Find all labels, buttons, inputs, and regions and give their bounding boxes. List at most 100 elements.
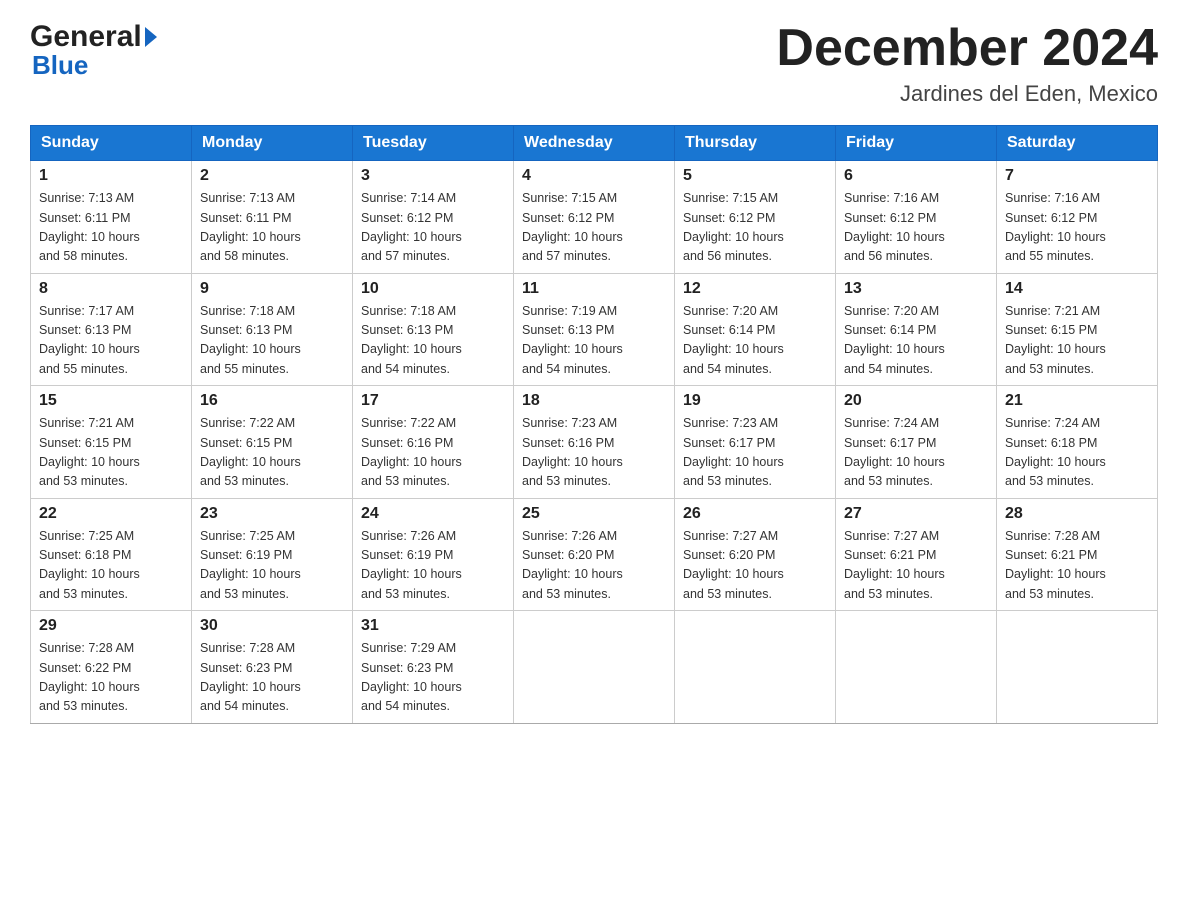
day-info: Sunrise: 7:20 AMSunset: 6:14 PMDaylight:… <box>844 304 945 376</box>
day-info: Sunrise: 7:27 AMSunset: 6:20 PMDaylight:… <box>683 529 784 601</box>
calendar-cell <box>836 611 997 724</box>
weekday-header-tuesday: Tuesday <box>353 126 514 161</box>
calendar-cell: 9 Sunrise: 7:18 AMSunset: 6:13 PMDayligh… <box>192 273 353 386</box>
calendar-cell: 8 Sunrise: 7:17 AMSunset: 6:13 PMDayligh… <box>31 273 192 386</box>
day-info: Sunrise: 7:29 AMSunset: 6:23 PMDaylight:… <box>361 641 462 713</box>
calendar-cell: 17 Sunrise: 7:22 AMSunset: 6:16 PMDaylig… <box>353 386 514 499</box>
day-info: Sunrise: 7:28 AMSunset: 6:22 PMDaylight:… <box>39 641 140 713</box>
day-number: 2 <box>200 167 344 185</box>
calendar-cell: 22 Sunrise: 7:25 AMSunset: 6:18 PMDaylig… <box>31 498 192 611</box>
calendar-cell: 16 Sunrise: 7:22 AMSunset: 6:15 PMDaylig… <box>192 386 353 499</box>
day-number: 31 <box>361 617 505 635</box>
day-number: 21 <box>1005 392 1149 410</box>
calendar-cell <box>997 611 1158 724</box>
calendar-cell: 26 Sunrise: 7:27 AMSunset: 6:20 PMDaylig… <box>675 498 836 611</box>
day-info: Sunrise: 7:25 AMSunset: 6:18 PMDaylight:… <box>39 529 140 601</box>
day-number: 1 <box>39 167 183 185</box>
calendar-week-row: 1 Sunrise: 7:13 AMSunset: 6:11 PMDayligh… <box>31 161 1158 274</box>
day-info: Sunrise: 7:15 AMSunset: 6:12 PMDaylight:… <box>683 191 784 263</box>
day-info: Sunrise: 7:22 AMSunset: 6:16 PMDaylight:… <box>361 416 462 488</box>
calendar-week-row: 22 Sunrise: 7:25 AMSunset: 6:18 PMDaylig… <box>31 498 1158 611</box>
day-number: 22 <box>39 505 183 523</box>
calendar-cell: 15 Sunrise: 7:21 AMSunset: 6:15 PMDaylig… <box>31 386 192 499</box>
day-number: 15 <box>39 392 183 410</box>
calendar-week-row: 8 Sunrise: 7:17 AMSunset: 6:13 PMDayligh… <box>31 273 1158 386</box>
day-info: Sunrise: 7:28 AMSunset: 6:21 PMDaylight:… <box>1005 529 1106 601</box>
day-number: 13 <box>844 280 988 298</box>
day-number: 20 <box>844 392 988 410</box>
day-number: 9 <box>200 280 344 298</box>
day-number: 14 <box>1005 280 1149 298</box>
day-info: Sunrise: 7:24 AMSunset: 6:18 PMDaylight:… <box>1005 416 1106 488</box>
calendar-cell: 11 Sunrise: 7:19 AMSunset: 6:13 PMDaylig… <box>514 273 675 386</box>
day-info: Sunrise: 7:26 AMSunset: 6:20 PMDaylight:… <box>522 529 623 601</box>
calendar-cell: 31 Sunrise: 7:29 AMSunset: 6:23 PMDaylig… <box>353 611 514 724</box>
calendar-cell: 1 Sunrise: 7:13 AMSunset: 6:11 PMDayligh… <box>31 161 192 274</box>
calendar-cell: 21 Sunrise: 7:24 AMSunset: 6:18 PMDaylig… <box>997 386 1158 499</box>
calendar-cell: 10 Sunrise: 7:18 AMSunset: 6:13 PMDaylig… <box>353 273 514 386</box>
logo-general-text: General <box>30 20 142 54</box>
weekday-header-sunday: Sunday <box>31 126 192 161</box>
calendar-week-row: 15 Sunrise: 7:21 AMSunset: 6:15 PMDaylig… <box>31 386 1158 499</box>
day-info: Sunrise: 7:28 AMSunset: 6:23 PMDaylight:… <box>200 641 301 713</box>
month-title: December 2024 <box>776 20 1158 77</box>
day-info: Sunrise: 7:23 AMSunset: 6:16 PMDaylight:… <box>522 416 623 488</box>
calendar-cell: 14 Sunrise: 7:21 AMSunset: 6:15 PMDaylig… <box>997 273 1158 386</box>
day-number: 27 <box>844 505 988 523</box>
day-info: Sunrise: 7:20 AMSunset: 6:14 PMDaylight:… <box>683 304 784 376</box>
day-info: Sunrise: 7:24 AMSunset: 6:17 PMDaylight:… <box>844 416 945 488</box>
calendar-cell <box>675 611 836 724</box>
calendar-cell: 18 Sunrise: 7:23 AMSunset: 6:16 PMDaylig… <box>514 386 675 499</box>
calendar-cell: 29 Sunrise: 7:28 AMSunset: 6:22 PMDaylig… <box>31 611 192 724</box>
day-info: Sunrise: 7:16 AMSunset: 6:12 PMDaylight:… <box>844 191 945 263</box>
day-number: 18 <box>522 392 666 410</box>
day-number: 8 <box>39 280 183 298</box>
location-title: Jardines del Eden, Mexico <box>776 81 1158 107</box>
day-number: 30 <box>200 617 344 635</box>
day-number: 24 <box>361 505 505 523</box>
calendar-cell: 4 Sunrise: 7:15 AMSunset: 6:12 PMDayligh… <box>514 161 675 274</box>
day-info: Sunrise: 7:18 AMSunset: 6:13 PMDaylight:… <box>200 304 301 376</box>
calendar-cell: 20 Sunrise: 7:24 AMSunset: 6:17 PMDaylig… <box>836 386 997 499</box>
day-info: Sunrise: 7:23 AMSunset: 6:17 PMDaylight:… <box>683 416 784 488</box>
calendar-cell: 23 Sunrise: 7:25 AMSunset: 6:19 PMDaylig… <box>192 498 353 611</box>
day-number: 12 <box>683 280 827 298</box>
calendar-cell: 7 Sunrise: 7:16 AMSunset: 6:12 PMDayligh… <box>997 161 1158 274</box>
calendar-table: SundayMondayTuesdayWednesdayThursdayFrid… <box>30 125 1158 724</box>
logo-arrow-icon <box>145 27 157 47</box>
day-info: Sunrise: 7:21 AMSunset: 6:15 PMDaylight:… <box>1005 304 1106 376</box>
day-number: 16 <box>200 392 344 410</box>
day-info: Sunrise: 7:13 AMSunset: 6:11 PMDaylight:… <box>200 191 301 263</box>
calendar-week-row: 29 Sunrise: 7:28 AMSunset: 6:22 PMDaylig… <box>31 611 1158 724</box>
title-area: December 2024 Jardines del Eden, Mexico <box>776 20 1158 107</box>
day-info: Sunrise: 7:27 AMSunset: 6:21 PMDaylight:… <box>844 529 945 601</box>
logo: General Blue <box>30 20 157 81</box>
day-info: Sunrise: 7:13 AMSunset: 6:11 PMDaylight:… <box>39 191 140 263</box>
calendar-cell: 25 Sunrise: 7:26 AMSunset: 6:20 PMDaylig… <box>514 498 675 611</box>
day-info: Sunrise: 7:26 AMSunset: 6:19 PMDaylight:… <box>361 529 462 601</box>
day-number: 4 <box>522 167 666 185</box>
day-info: Sunrise: 7:21 AMSunset: 6:15 PMDaylight:… <box>39 416 140 488</box>
calendar-cell: 24 Sunrise: 7:26 AMSunset: 6:19 PMDaylig… <box>353 498 514 611</box>
day-number: 25 <box>522 505 666 523</box>
calendar-cell <box>514 611 675 724</box>
day-number: 26 <box>683 505 827 523</box>
weekday-header-saturday: Saturday <box>997 126 1158 161</box>
calendar-cell: 5 Sunrise: 7:15 AMSunset: 6:12 PMDayligh… <box>675 161 836 274</box>
weekday-header-friday: Friday <box>836 126 997 161</box>
day-info: Sunrise: 7:25 AMSunset: 6:19 PMDaylight:… <box>200 529 301 601</box>
calendar-cell: 28 Sunrise: 7:28 AMSunset: 6:21 PMDaylig… <box>997 498 1158 611</box>
calendar-cell: 30 Sunrise: 7:28 AMSunset: 6:23 PMDaylig… <box>192 611 353 724</box>
day-number: 3 <box>361 167 505 185</box>
calendar-cell: 3 Sunrise: 7:14 AMSunset: 6:12 PMDayligh… <box>353 161 514 274</box>
day-number: 23 <box>200 505 344 523</box>
day-info: Sunrise: 7:18 AMSunset: 6:13 PMDaylight:… <box>361 304 462 376</box>
day-number: 6 <box>844 167 988 185</box>
weekday-header-wednesday: Wednesday <box>514 126 675 161</box>
calendar-cell: 27 Sunrise: 7:27 AMSunset: 6:21 PMDaylig… <box>836 498 997 611</box>
day-info: Sunrise: 7:15 AMSunset: 6:12 PMDaylight:… <box>522 191 623 263</box>
calendar-cell: 12 Sunrise: 7:20 AMSunset: 6:14 PMDaylig… <box>675 273 836 386</box>
day-info: Sunrise: 7:19 AMSunset: 6:13 PMDaylight:… <box>522 304 623 376</box>
day-number: 17 <box>361 392 505 410</box>
day-info: Sunrise: 7:14 AMSunset: 6:12 PMDaylight:… <box>361 191 462 263</box>
